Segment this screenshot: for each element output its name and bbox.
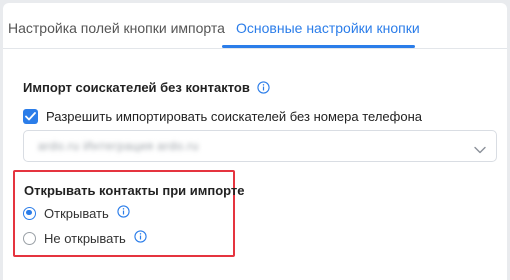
check-icon — [25, 111, 36, 120]
info-icon[interactable] — [257, 80, 271, 97]
open-contacts-title: Открывать контакты при импорте — [24, 183, 245, 198]
radio-dont-open-label: Не открывать — [44, 230, 126, 246]
radio-open-label: Открывать — [44, 205, 109, 221]
radio-dont-open[interactable] — [23, 231, 36, 245]
chevron-down-icon[interactable] — [474, 141, 486, 159]
integration-select[interactable]: ardo.ru Интеграция ardo.ru — [23, 130, 497, 162]
import-section-title: Импорт соискателей без контактов — [23, 80, 271, 97]
settings-panel: Настройка полей кнопки импорта Основные … — [3, 3, 507, 280]
allow-import-checkbox-label: Разрешить импортировать соискателей без … — [46, 108, 422, 124]
tab-bar: Настройка полей кнопки импорта Основные … — [3, 3, 507, 49]
info-icon[interactable] — [134, 230, 147, 246]
radio-open-row[interactable]: Открывать — [23, 204, 130, 222]
tab-import-fields[interactable]: Настройка полей кнопки импорта — [8, 20, 225, 36]
allow-import-checkbox-row[interactable]: Разрешить импортировать соискателей без … — [23, 107, 422, 125]
info-icon[interactable] — [117, 205, 130, 221]
radio-dont-open-row[interactable]: Не открывать — [23, 229, 147, 247]
tab-main-settings[interactable]: Основные настройки кнопки — [236, 20, 420, 36]
integration-select-value: ardo.ru Интеграция ardo.ru — [38, 139, 199, 153]
active-tab-indicator — [222, 45, 415, 48]
radio-open[interactable] — [23, 206, 36, 220]
import-section-title-text: Импорт соискателей без контактов — [23, 80, 250, 95]
allow-import-checkbox[interactable] — [23, 108, 38, 124]
